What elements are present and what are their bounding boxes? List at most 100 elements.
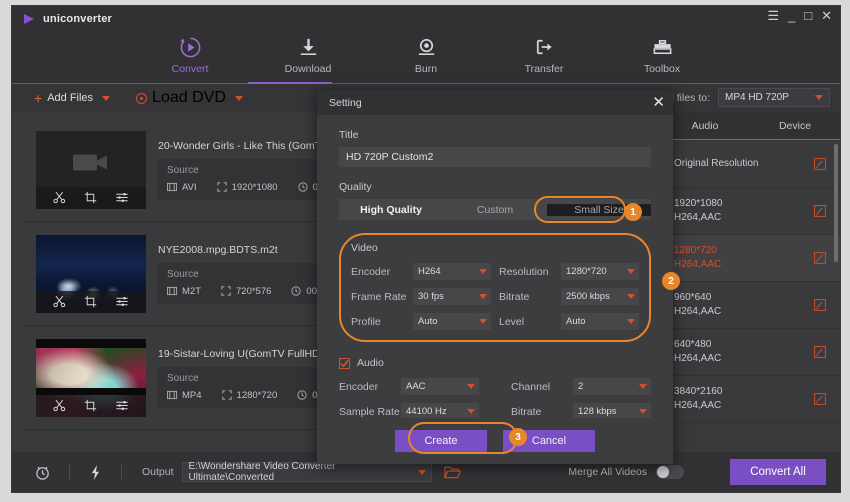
- quality-option-custom[interactable]: Custom: [443, 204, 547, 216]
- preset-resolution: 1280*720: [674, 245, 717, 256]
- nav-item-transfer[interactable]: Transfer: [508, 35, 580, 75]
- chevron-down-icon: [815, 95, 823, 100]
- video-bitrate-label: Bitrate: [499, 290, 530, 303]
- chevron-down-icon: [417, 469, 426, 475]
- convert-icon: [179, 35, 202, 60]
- edit-pencil-icon[interactable]: [814, 346, 826, 358]
- chevron-down-icon: [627, 269, 635, 274]
- video-camera-icon: [71, 150, 111, 179]
- trim-scissors-icon[interactable]: [53, 295, 66, 308]
- video-framerate-label: Frame Rate: [351, 290, 407, 303]
- add-files-button[interactable]: + Add Files: [34, 91, 111, 105]
- preset-tabs: Audio Device: [660, 112, 840, 140]
- crop-icon[interactable]: [84, 191, 97, 204]
- video-thumbnail[interactable]: [36, 130, 146, 209]
- title-input[interactable]: [339, 147, 651, 167]
- audio-encoder-select[interactable]: AAC: [401, 378, 479, 395]
- audio-bitrate-value: 128 kbps: [578, 406, 617, 417]
- chevron-down-icon[interactable]: [102, 95, 111, 101]
- list-item[interactable]: 960*640 H264,AAC: [660, 282, 840, 329]
- dialog-body: Title Quality High Quality Custom Small …: [317, 115, 680, 420]
- video-level-select[interactable]: Auto: [561, 313, 639, 330]
- output-format-select[interactable]: MP4 HD 720P: [718, 88, 830, 107]
- edit-pencil-icon[interactable]: [814, 252, 826, 264]
- effects-sliders-icon[interactable]: [115, 295, 129, 308]
- create-button[interactable]: Create: [395, 430, 487, 452]
- preset-name: 960*640 H264,AAC: [674, 291, 721, 319]
- list-item[interactable]: 1280*720 H264,AAC: [660, 235, 840, 282]
- video-bitrate-select[interactable]: 2500 kbps: [561, 288, 639, 305]
- file-resolution-value: 1920*1080: [231, 181, 278, 193]
- maximize-button[interactable]: □: [804, 9, 812, 22]
- video-thumbnail[interactable]: [36, 234, 146, 313]
- alarm-clock-icon[interactable]: [34, 464, 51, 481]
- effects-sliders-icon[interactable]: [115, 399, 129, 412]
- edit-pencil-icon[interactable]: [814, 393, 826, 405]
- badge-1: 1: [624, 203, 642, 221]
- preset-scrollbar[interactable]: [834, 144, 838, 262]
- file-format: MP4: [167, 390, 202, 401]
- merge-label: Merge All Videos: [568, 466, 647, 478]
- close-icon[interactable]: ✕: [652, 95, 665, 110]
- quality-label: Quality: [339, 181, 372, 193]
- quality-option-high[interactable]: High Quality: [339, 204, 443, 216]
- effects-sliders-icon[interactable]: [115, 191, 129, 204]
- chevron-down-icon: [639, 384, 647, 389]
- setting-dialog: Setting ✕ Title Quality High Quality Cus…: [317, 90, 680, 464]
- preset-resolution: 1920*1080: [674, 198, 723, 209]
- trim-scissors-icon[interactable]: [53, 399, 66, 412]
- hamburger-icon[interactable]: ☰: [767, 9, 779, 22]
- edit-pencil-icon[interactable]: [814, 158, 826, 170]
- list-item[interactable]: 3840*2160 H264,AAC: [660, 376, 840, 423]
- video-thumbnail[interactable]: [36, 338, 146, 417]
- list-item[interactable]: 1920*1080 H264,AAC: [660, 188, 840, 235]
- folder-open-icon[interactable]: [443, 465, 461, 480]
- nav-label-toolbox: Toolbox: [643, 63, 681, 75]
- convert-all-button[interactable]: Convert All: [730, 459, 826, 485]
- burn-icon: [415, 35, 438, 60]
- preset-panel: Audio Device Original Resolution 1920*10…: [660, 112, 840, 452]
- application-window: uniconverter ☰ _ □ ✕ Convert Download Bu…: [11, 5, 841, 493]
- output-path-value: E:\Wondershare Video Converter Ultimate\…: [188, 461, 336, 483]
- audio-channel-value: 2: [578, 381, 584, 392]
- tab-device[interactable]: Device: [750, 120, 840, 132]
- title-bar: uniconverter ☰ _ □ ✕: [12, 6, 840, 32]
- nav-item-burn[interactable]: Burn: [390, 35, 462, 75]
- crop-icon[interactable]: [84, 399, 97, 412]
- minimize-button[interactable]: _: [788, 9, 795, 22]
- video-settings-grid: Encoder H264 Resolution 1280*720 Frame R…: [351, 263, 639, 330]
- video-settings-group: Video Encoder H264 Resolution 1280*720 F…: [339, 233, 680, 342]
- file-resolution: 720*576: [221, 286, 271, 297]
- nav-item-download[interactable]: Download: [272, 35, 344, 75]
- lightning-bolt-icon[interactable]: [88, 464, 103, 481]
- divider: [69, 463, 70, 481]
- audio-section-header: Audio: [339, 357, 651, 369]
- nav-item-toolbox[interactable]: Toolbox: [626, 35, 698, 75]
- video-framerate-select[interactable]: 30 fps: [413, 288, 491, 305]
- close-button[interactable]: ✕: [821, 9, 832, 22]
- list-item[interactable]: 640*480 H264,AAC: [660, 329, 840, 376]
- list-item[interactable]: Original Resolution: [660, 141, 840, 188]
- trim-scissors-icon[interactable]: [53, 191, 66, 204]
- video-encoder-select[interactable]: H264: [413, 263, 491, 280]
- output-path-select[interactable]: E:\Wondershare Video Converter Ultimate\…: [181, 461, 432, 483]
- edit-pencil-icon[interactable]: [814, 299, 826, 311]
- edit-pencil-icon[interactable]: [814, 205, 826, 217]
- load-dvd-button[interactable]: Load DVD: [136, 89, 243, 107]
- merge-toggle[interactable]: [656, 465, 684, 479]
- chevron-down-icon[interactable]: [234, 95, 243, 101]
- video-profile-select[interactable]: Auto: [413, 313, 491, 330]
- audio-section-title: Audio: [357, 357, 384, 369]
- tab-audio[interactable]: Audio: [660, 120, 750, 132]
- chevron-down-icon: [467, 409, 475, 414]
- preset-codec: H264,AAC: [674, 306, 722, 317]
- audio-checkbox[interactable]: [339, 357, 350, 369]
- file-format: AVI: [167, 182, 197, 193]
- resolution-icon: [221, 286, 231, 296]
- crop-icon[interactable]: [84, 295, 97, 308]
- video-resolution-select[interactable]: 1280*720: [561, 263, 639, 280]
- video-framerate-value: 30 fps: [418, 291, 444, 302]
- nav-item-convert[interactable]: Convert: [154, 35, 226, 75]
- audio-channel-select[interactable]: 2: [573, 378, 651, 395]
- preset-resolution: 3840*2160: [674, 386, 723, 397]
